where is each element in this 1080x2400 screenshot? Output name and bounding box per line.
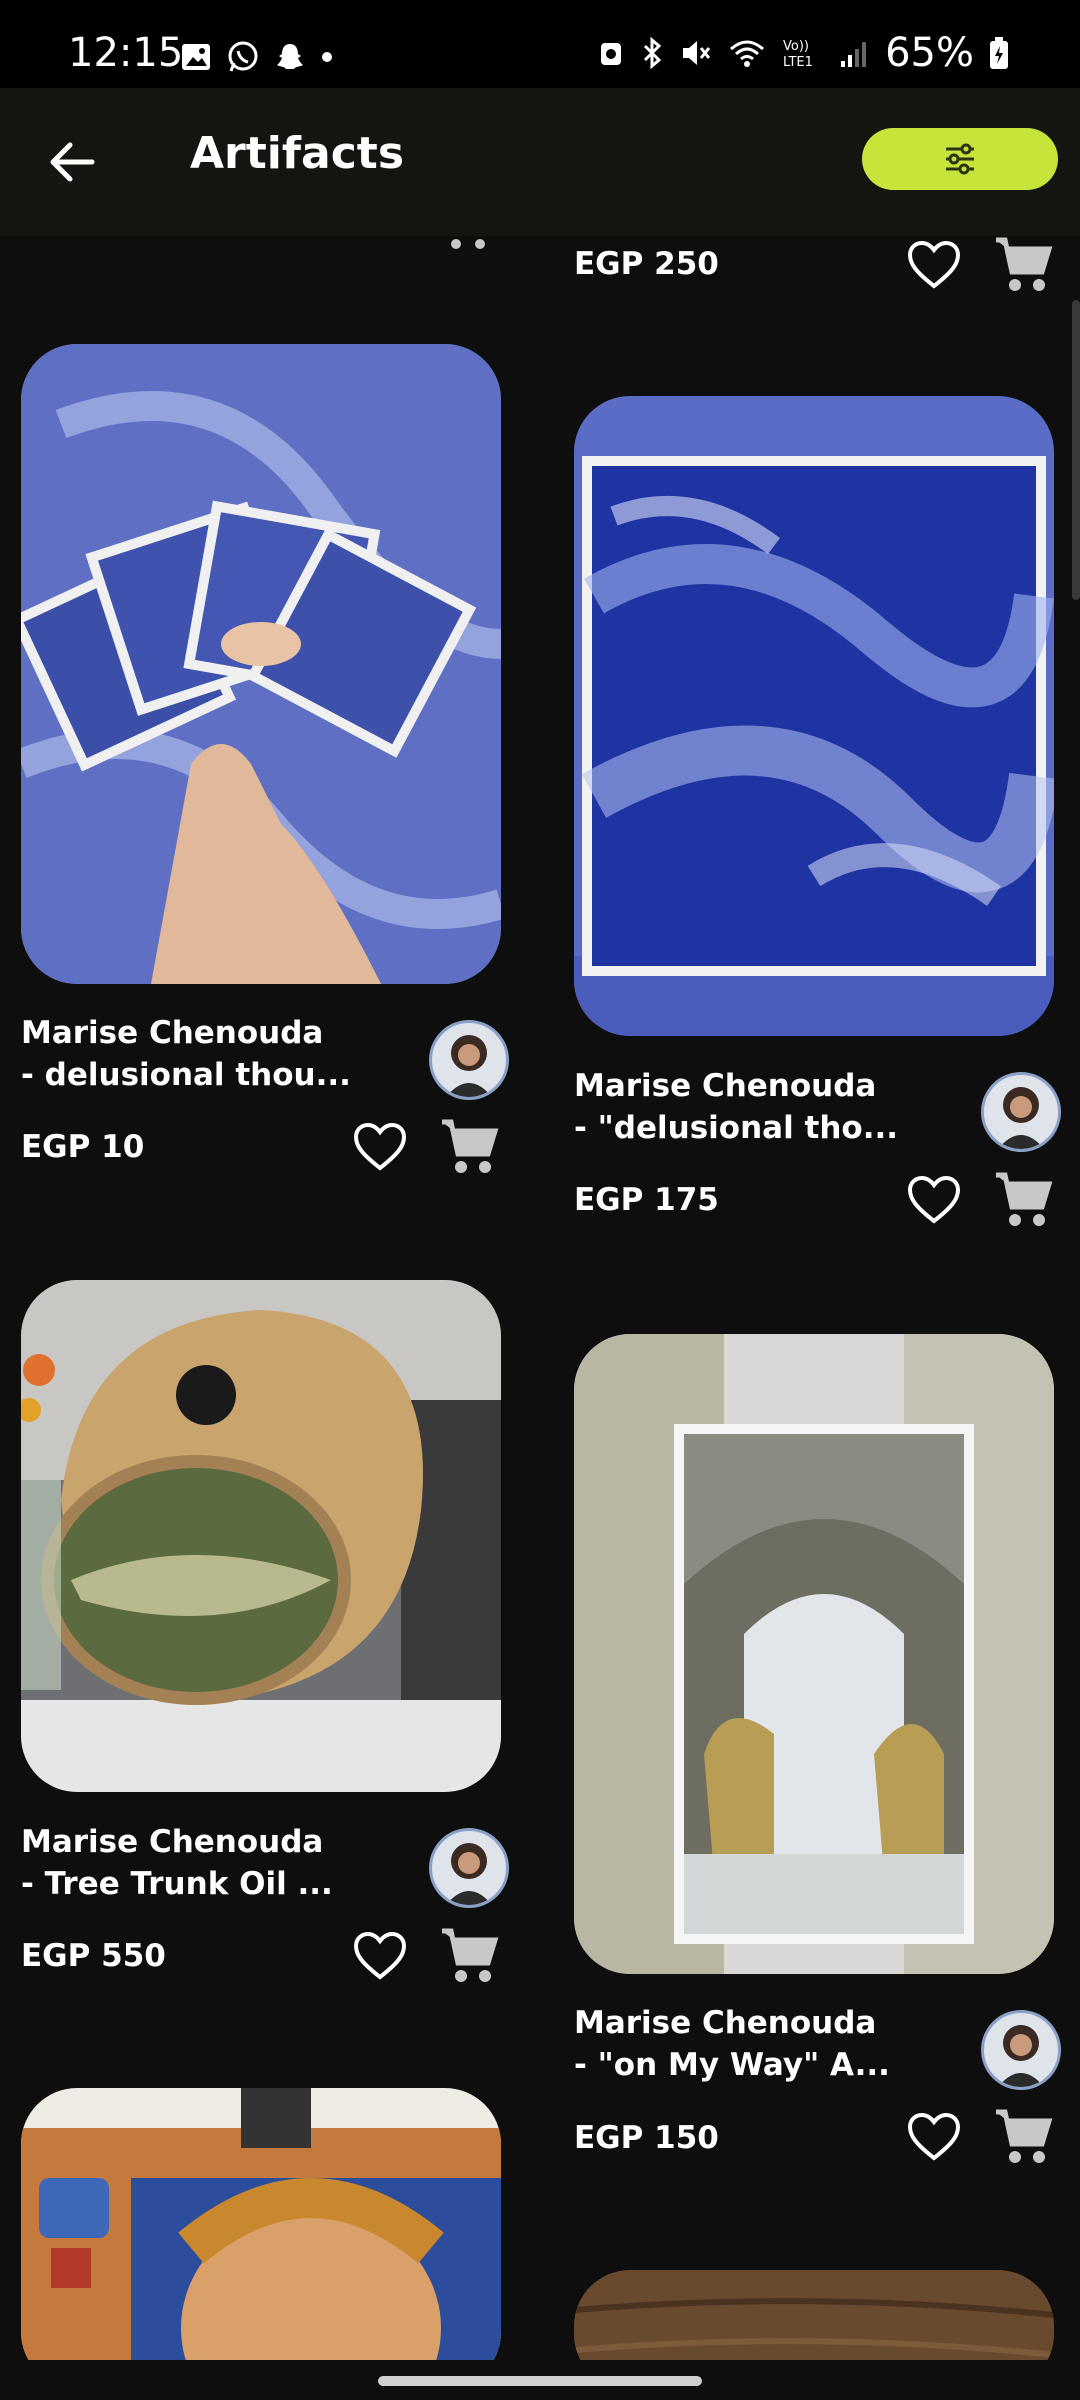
heart-outline-icon[interactable] xyxy=(906,238,962,294)
status-time: 12:15 xyxy=(68,30,184,76)
volte-icon: Vo))LTE1 xyxy=(783,39,813,70)
snapchat-icon xyxy=(277,44,303,69)
artist-name: Marise Chenouda xyxy=(574,2005,877,2041)
mute-icon xyxy=(683,41,711,65)
home-handle[interactable] xyxy=(378,2376,702,2386)
price: EGP 150 xyxy=(574,2120,719,2156)
shopping-cart-icon[interactable] xyxy=(438,1925,500,1987)
filter-button[interactable] xyxy=(862,128,1058,190)
status-left-icons xyxy=(180,40,334,74)
svg-text:LTE1: LTE1 xyxy=(783,55,813,70)
artwork-title: - "delusional tho... xyxy=(574,1110,899,1146)
avatar[interactable] xyxy=(429,1828,509,1908)
avatar[interactable] xyxy=(429,1020,509,1100)
svg-text:Vo)): Vo)) xyxy=(783,39,809,54)
price: EGP 250 xyxy=(574,246,719,282)
shopping-cart-icon[interactable] xyxy=(992,1169,1054,1231)
artifact-image[interactable] xyxy=(21,2088,501,2360)
heart-outline-icon[interactable] xyxy=(906,2110,962,2166)
artifact-card[interactable] xyxy=(21,344,501,984)
artifact-title[interactable]: Marise Chenouda - "delusional tho... xyxy=(574,1065,974,1149)
artist-name: Marise Chenouda xyxy=(574,1068,877,1104)
artifact-image[interactable] xyxy=(574,2270,1054,2360)
artist-name: Marise Chenouda xyxy=(21,1015,324,1051)
dot-icon xyxy=(322,52,332,62)
heart-outline-icon[interactable] xyxy=(352,1929,408,1985)
artwork-image xyxy=(21,344,501,984)
shopping-cart-icon[interactable] xyxy=(992,2106,1054,2168)
artwork-image xyxy=(21,1280,501,1792)
artifact-title[interactable]: Marise Chenouda - delusional thou... xyxy=(21,1012,421,1096)
battery-icon xyxy=(990,37,1008,69)
artwork-image xyxy=(21,2088,501,2360)
status-bar: 12:15 Vo)) LTE1 65% xyxy=(0,0,1080,88)
artist-name: Marise Chenouda xyxy=(21,1824,324,1860)
price: EGP 550 xyxy=(21,1938,166,1974)
whatsapp-icon xyxy=(228,41,258,72)
price: EGP 10 xyxy=(21,1129,145,1165)
artwork-image xyxy=(574,2270,1054,2360)
sliders-icon xyxy=(946,143,974,175)
artifacts-grid[interactable]: EGP 250 Marise Chenouda - delusional tho… xyxy=(0,236,1080,2360)
artifact-image[interactable] xyxy=(574,396,1054,1036)
artifact-title[interactable]: Marise Chenouda - "on My Way" A... xyxy=(574,2002,974,2086)
artwork-title: - "on My Way" A... xyxy=(574,2047,890,2083)
gesture-bar xyxy=(0,2360,1080,2400)
price: EGP 175 xyxy=(574,1182,719,1218)
artwork-title: - Tree Trunk Oil ... xyxy=(21,1866,333,1902)
avatar[interactable] xyxy=(981,2010,1061,2090)
status-right-icons: Vo)) LTE1 65% xyxy=(597,30,1010,76)
page-title: Artifacts xyxy=(190,128,405,179)
shopping-cart-icon[interactable] xyxy=(440,236,496,252)
back-arrow-icon[interactable] xyxy=(42,132,102,192)
heart-outline-icon[interactable] xyxy=(906,1173,962,1229)
app-bar: Artifacts xyxy=(0,88,1080,236)
artwork-title: - delusional thou... xyxy=(21,1057,351,1093)
bluetooth-icon xyxy=(644,36,662,70)
artifact-image[interactable] xyxy=(21,1280,501,1792)
gallery-icon xyxy=(182,44,210,70)
heart-outline-icon[interactable] xyxy=(352,1120,408,1176)
alarm-icon xyxy=(601,43,622,65)
battery-percent: 65% xyxy=(885,30,974,76)
artwork-image xyxy=(574,1334,1054,1974)
artwork-image xyxy=(574,396,1054,1036)
artifact-image[interactable] xyxy=(574,1334,1054,1974)
avatar[interactable] xyxy=(981,1072,1061,1152)
wifi-icon xyxy=(730,40,765,67)
shopping-cart-icon[interactable] xyxy=(992,236,1054,296)
artifact-title[interactable]: Marise Chenouda - Tree Trunk Oil ... xyxy=(21,1821,421,1905)
signal-icon xyxy=(841,42,867,67)
shopping-cart-icon[interactable] xyxy=(438,1116,500,1178)
artifact-image[interactable] xyxy=(21,344,501,984)
scrollbar[interactable] xyxy=(1072,300,1080,600)
